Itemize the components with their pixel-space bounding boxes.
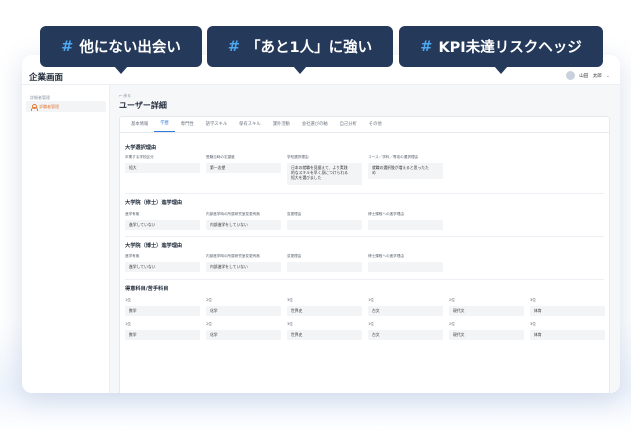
subject-good-2: 2位 化学 xyxy=(206,298,281,316)
tab-other[interactable]: その他 xyxy=(363,116,388,132)
tab-basic[interactable]: 基本情報 xyxy=(125,116,154,132)
page-title: ユーザー詳細 xyxy=(119,101,167,110)
field-value: 内部進学をしていない xyxy=(206,220,281,230)
field-doctor-advance: 進学有無 進学していない xyxy=(125,254,200,272)
field-value: 古文 xyxy=(368,330,443,340)
tab-skills[interactable]: 保有スキル xyxy=(233,116,266,132)
subject-bad-1: 1位 古文 xyxy=(368,322,443,340)
field-value xyxy=(368,262,443,272)
field-master-advance: 進学有無 進学していない xyxy=(125,212,200,230)
field-value: 現代文 xyxy=(449,306,524,316)
field-value: 内部進学をしていない xyxy=(206,262,281,272)
subject-good-3: 3位 世界史 xyxy=(287,298,362,316)
field-value: 世界史 xyxy=(287,306,362,316)
user-menu[interactable]: 山田 太郎 ⌄ xyxy=(566,71,610,80)
subject-bad-2: 2位 現代文 xyxy=(449,298,524,316)
field-school-reason: 学校選択理由 日本の就職を見据えて、より実践 的なスキルを早く身につけられる 短… xyxy=(287,155,362,185)
field-value: 第一志望 xyxy=(206,163,281,173)
field-doctor-change-reason: 変更理由 xyxy=(287,254,362,272)
divider xyxy=(125,193,604,194)
field-doctor-doctor-reason: 博士課程への進学理由 xyxy=(368,254,443,272)
field-value: 化学 xyxy=(206,306,281,316)
callout-one-more-person: # 「あと1人」に強い xyxy=(207,26,393,74)
company-title: 企業画面 xyxy=(29,73,64,83)
tab-activities[interactable]: 課外活動 xyxy=(267,116,296,132)
tab-education[interactable]: 学歴 xyxy=(154,116,175,132)
field-value xyxy=(287,220,362,230)
chevron-down-icon: ⌄ xyxy=(605,72,610,79)
field-value: 古文 xyxy=(368,306,443,316)
tab-self-analysis[interactable]: 自己分析 xyxy=(334,116,363,132)
app-window: 企業画面 山田 太郎 ⌄ 詳細者管理 求職者管理 ← 戻る ユーザー詳細 基本情… xyxy=(22,55,620,393)
user-name: 山田 太郎 xyxy=(579,73,602,79)
callout-text: 「あと1人」に強い xyxy=(246,40,373,56)
field-value: 短大 xyxy=(125,163,200,173)
tab-language[interactable]: 語学スキル xyxy=(200,116,233,132)
subject-bad-2: 2位 現代文 xyxy=(449,322,524,340)
tab-bar: 基本情報 学歴 専門性 語学スキル 保有スキル 課外活動 会社選びの軸 自己分析… xyxy=(120,117,609,133)
divider xyxy=(125,236,604,237)
field-course-reason: コース／学科／専攻の選択理由 就職の選択肢が増えると思ったた め xyxy=(368,155,443,179)
field-value xyxy=(368,220,443,230)
field-school-type: 卒業する学校区分 短大 xyxy=(125,155,200,173)
subject-good-1: 1位 数学 xyxy=(125,322,200,340)
sidebar-item-candidates[interactable]: 求職者管理 xyxy=(26,101,106,112)
field-value: 体育 xyxy=(530,330,605,340)
section-title-doctor: 大学院（博士）進学理由 xyxy=(125,243,183,249)
field-preference: 受験当時の志望度 第一志望 xyxy=(206,155,281,173)
section-title-subjects: 得意科目/苦手科目 xyxy=(125,286,169,292)
hash-icon: # xyxy=(227,38,241,55)
field-value: 現代文 xyxy=(449,330,524,340)
field-value: 体育 xyxy=(530,306,605,316)
field-value: 数学 xyxy=(125,330,200,340)
section-title-univ: 大学選択理由 xyxy=(125,145,157,151)
divider xyxy=(125,279,604,280)
tab-company-axis[interactable]: 会社選びの軸 xyxy=(296,116,334,132)
callout-unique-encounter: # 他にない出会い xyxy=(40,26,202,74)
field-value: 進学していない xyxy=(125,220,200,230)
sidebar-item-label: 求職者管理 xyxy=(39,103,59,109)
back-link[interactable]: ← 戻る xyxy=(119,93,131,99)
avatar xyxy=(566,71,576,80)
subject-good-1: 1位 数学 xyxy=(125,298,200,316)
field-value: 進学していない xyxy=(125,262,200,272)
field-value: 世界史 xyxy=(287,330,362,340)
field-doctor-lab-change: 内部進学時の所属研究室変更有無 内部進学をしていない xyxy=(206,254,281,272)
field-value xyxy=(287,262,362,272)
subject-bad-3: 3位 体育 xyxy=(530,322,605,340)
subject-good-2: 2位 化学 xyxy=(206,322,281,340)
field-master-doctor-reason: 博士課程への進学理由 xyxy=(368,212,443,230)
subject-bad-3: 3位 体育 xyxy=(530,298,605,316)
section-title-master: 大学院（修士）進学理由 xyxy=(125,200,183,206)
field-master-change-reason: 変更理由 xyxy=(287,212,362,230)
field-master-lab-change: 内部進学時の所属研究室変更有無 内部進学をしていない xyxy=(206,212,281,230)
field-value: 日本の就職を見据えて、より実践 的なスキルを早く身につけられる 短大を選びました xyxy=(287,163,362,185)
sidebar: 詳細者管理 求職者管理 xyxy=(22,85,110,393)
field-value: 化学 xyxy=(206,330,281,340)
detail-card: 基本情報 学歴 専門性 語学スキル 保有スキル 課外活動 会社選びの軸 自己分析… xyxy=(119,116,610,393)
hash-icon: # xyxy=(61,38,74,55)
callout-text: KPI未達リスクヘッジ xyxy=(438,40,582,56)
field-value: 就職の選択肢が増えると思ったた め xyxy=(368,163,443,179)
subject-bad-1: 1位 古文 xyxy=(368,298,443,316)
hash-icon: # xyxy=(420,38,433,55)
callout-kpi-risk-hedge: # KPI未達リスクヘッジ xyxy=(399,26,603,74)
user-icon xyxy=(31,103,38,111)
subject-good-3: 3位 世界史 xyxy=(287,322,362,340)
main-content: ← 戻る ユーザー詳細 基本情報 学歴 専門性 語学スキル 保有スキル 課外活動… xyxy=(110,85,620,393)
callout-text: 他にない出会い xyxy=(79,40,181,56)
tab-expertise[interactable]: 専門性 xyxy=(175,116,200,132)
field-value: 数学 xyxy=(125,306,200,316)
